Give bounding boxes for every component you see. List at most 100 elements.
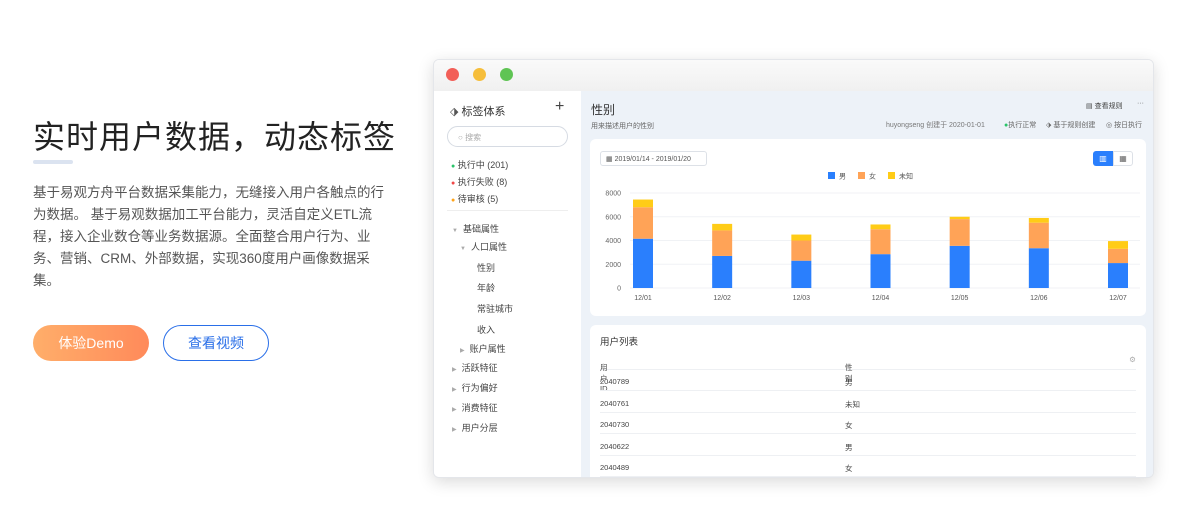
y-tick-label: 0 [617, 286, 621, 293]
tree-item[interactable]: ▶ 行为偏好 [452, 381, 498, 394]
search-icon: ○ [458, 133, 463, 142]
close-dot-icon[interactable] [446, 68, 459, 81]
tree-item[interactable]: ▶ 账户属性 [460, 342, 506, 355]
more-button[interactable]: ··· [1137, 100, 1144, 107]
y-tick-label: 8000 [605, 191, 621, 198]
legend-swatch [888, 172, 895, 179]
x-tick-label: 12/02 [713, 295, 731, 302]
window-titlebar [434, 60, 1153, 91]
status-filter[interactable]: ● 执行中 (201) [451, 158, 508, 171]
bar-segment-女 [1028, 222, 1049, 249]
table-row[interactable]: 2040622 男 [600, 435, 1136, 456]
date-range-picker[interactable]: ▦ 2019/01/14 - 2019/01/20 [600, 151, 707, 166]
tree-item[interactable]: ▶ 消费特征 [452, 401, 498, 414]
bar-segment-未知 [1028, 217, 1049, 223]
bar-segment-男 [712, 255, 733, 288]
bar-segment-男 [633, 238, 653, 288]
status-dot-icon: ● [451, 180, 456, 187]
y-tick-label: 2000 [605, 262, 621, 269]
bar-segment-未知 [712, 223, 733, 231]
user-id-cell: 2040761 [600, 398, 630, 408]
clock-icon: ◎ [1106, 122, 1113, 129]
table-row[interactable]: 2040489 女 [600, 456, 1136, 477]
legend-label: 女 [869, 172, 876, 181]
hero-title: 实时用户数据，动态标签 [33, 119, 397, 155]
chart-view-toggle[interactable]: ▥ [1093, 151, 1113, 166]
bar-segment-未知 [1108, 241, 1128, 249]
tag-title: 性别 [591, 103, 616, 117]
user-id-cell: 2040789 [600, 377, 630, 386]
table-view-toggle[interactable]: ▦ [1113, 151, 1133, 166]
legend-label: 未知 [899, 172, 913, 181]
table-row[interactable]: 2040789 男 [600, 370, 1136, 391]
search-input[interactable]: ○ 搜索 [447, 126, 568, 147]
view-rules-link[interactable]: 查看规则 [1095, 103, 1123, 110]
x-tick-label: 12/03 [793, 295, 811, 302]
rules-icon: ▤ [1086, 103, 1093, 110]
bar-segment-女 [791, 240, 812, 261]
calendar-icon: ▦ [606, 156, 613, 163]
divider [447, 210, 568, 211]
title-underline [33, 160, 73, 164]
legend-swatch [828, 172, 835, 179]
watch-video-button[interactable]: 查看视频 [163, 325, 269, 361]
settings-gear-icon[interactable]: ⚙ [1129, 355, 1136, 364]
gender-cell: 未知 [845, 399, 860, 409]
status-dot-icon: ● [451, 197, 456, 204]
run-status: 执行正常 [1008, 122, 1037, 129]
bar-segment-男 [791, 260, 812, 288]
tree-item[interactable]: 性别 [477, 261, 495, 274]
gender-cell: 女 [845, 464, 853, 473]
minimize-dot-icon[interactable] [473, 68, 486, 81]
user-list-card: 用户列表 用户ID ⇕ 性别 ⇕ ⚙ 2040789 男 2040761 未知 2040… [590, 325, 1146, 477]
tree-item[interactable]: 常驻城市 [477, 302, 513, 315]
tree-item[interactable]: ▶ 用户分层 [452, 421, 498, 434]
legend-swatch [858, 172, 865, 179]
gender-cell: 女 [845, 421, 853, 430]
x-tick-label: 12/04 [872, 295, 890, 302]
bar-segment-女 [633, 207, 653, 239]
status-filter[interactable]: ● 待审核 (5) [451, 192, 498, 205]
table-title: 用户列表 [600, 337, 639, 348]
maximize-dot-icon[interactable] [500, 68, 513, 81]
caret-right-icon: ▶ [452, 427, 457, 433]
caret-right-icon: ▶ [452, 367, 457, 373]
y-tick-label: 4000 [605, 238, 621, 245]
tag-subtitle: 用来描述用户的性别 [591, 123, 654, 130]
bar-segment-男 [949, 245, 970, 288]
bar-segment-未知 [870, 224, 891, 230]
app-window: ⬗ 标签体系 + ○ 搜索 ● 执行中 (201) ● 执行失败 (8) ● 待审核… [433, 59, 1154, 478]
table-header: 用户ID ⇕ 性别 ⇕ ⚙ [600, 348, 1136, 393]
gender-cell: 男 [845, 442, 853, 452]
bar-segment-女 [870, 229, 891, 255]
table-row[interactable]: 2040761 未知 [600, 392, 1136, 413]
bar-segment-未知 [791, 234, 812, 241]
caret-right-icon: ▶ [452, 407, 457, 413]
try-demo-button[interactable]: 体验Demo [33, 325, 149, 361]
creator-info: huyongseng 创建于 2020-01-01 [886, 122, 985, 129]
tree-item[interactable]: 收入 [477, 323, 495, 336]
chart-card: ▦ 2019/01/14 - 2019/01/20 ▥ ▦ 男 女 未知 0 2000 4… [590, 139, 1146, 316]
tree-item[interactable]: ▼ 基础属性 [452, 222, 499, 235]
bar-segment-男 [1028, 248, 1049, 288]
tree-item[interactable]: ▼ 人口属性 [460, 240, 507, 253]
caret-down-icon: ▼ [460, 246, 466, 252]
bar-segment-未知 [949, 216, 970, 220]
x-tick-label: 12/06 [1030, 295, 1048, 302]
tree-item[interactable]: 年龄 [477, 281, 495, 294]
bar-segment-未知 [633, 199, 653, 208]
rule-type: 基于规则创建 [1053, 122, 1096, 129]
tag-sidebar: ⬗ 标签体系 + ○ 搜索 ● 执行中 (201) ● 执行失败 (8) ● 待审核… [434, 91, 581, 477]
tag-detail: 性别 用来描述用户的性别 ▤ 查看规则 ··· huyongseng 创建于 2… [581, 91, 1153, 477]
x-tick-label: 12/07 [1109, 295, 1127, 302]
table-row[interactable]: 2040730 女 [600, 413, 1136, 434]
tree-item[interactable]: ▶ 活跃特征 [452, 361, 498, 374]
tag-icon: ⬗ [1046, 122, 1052, 129]
sidebar-title: 标签体系 [461, 106, 506, 118]
user-id-cell: 2040622 [600, 441, 630, 451]
add-tag-button[interactable]: + [555, 98, 564, 116]
stacked-bar-chart: 男 女 未知 0 2000 4000 6000 8000 12/01 12/02 12/03 12/0… [605, 172, 1140, 302]
user-id-cell: 2040730 [600, 420, 630, 429]
caret-down-icon: ▼ [452, 228, 458, 234]
status-filter[interactable]: ● 执行失败 (8) [451, 175, 507, 188]
